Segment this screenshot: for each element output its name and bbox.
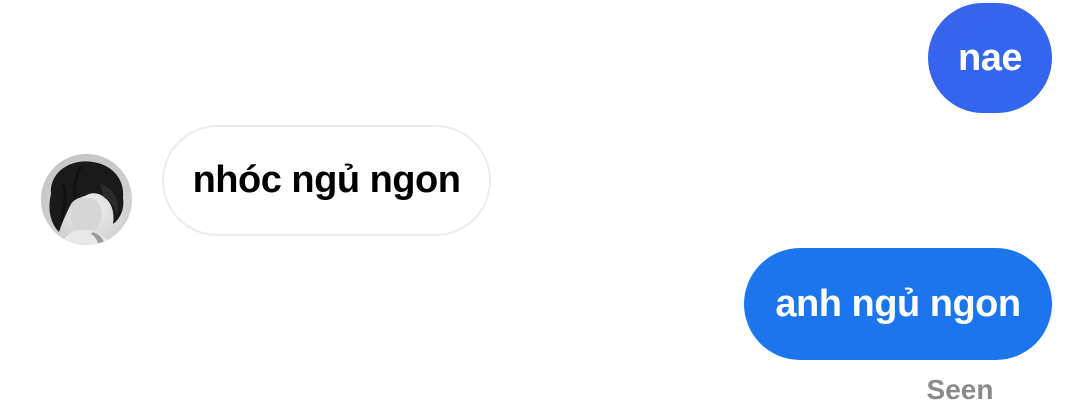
outgoing-message-bubble[interactable]: nae [928,3,1052,113]
chat-thread: nae nhóc ngủ ngon anh ngủ ngon Seen [0,0,1080,413]
seen-status: Seen [926,374,994,405]
incoming-message-bubble[interactable]: nhóc ngủ ngon [162,125,491,236]
profile-photo-icon [41,154,132,245]
avatar[interactable] [41,154,132,245]
outgoing-message-bubble[interactable]: anh ngủ ngon [744,248,1052,360]
